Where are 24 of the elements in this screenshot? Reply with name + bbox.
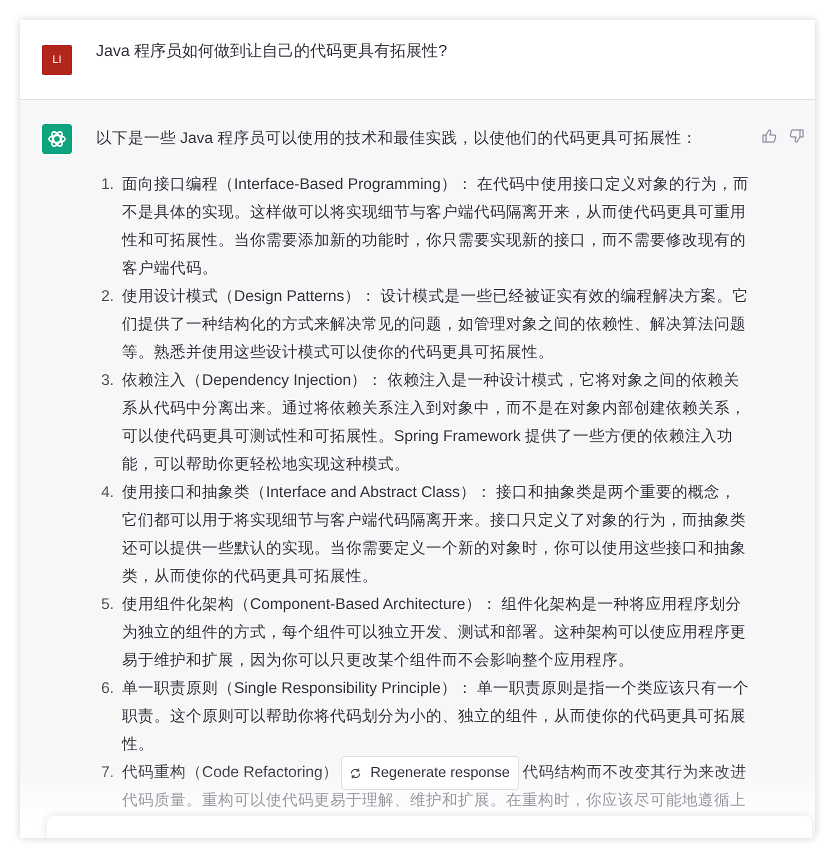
- list-number: 6.: [100, 679, 114, 699]
- list-number: 1.: [100, 175, 114, 195]
- regenerate-button[interactable]: Regenerate response: [340, 756, 519, 790]
- list-item-text: 单一职责原则（Single Responsibility Principle）： 单一职责原则是指一个类应该只有一个职责。这个原则可以帮助你将代码划分为小的、独立的组件，从而使你的代码更具可拓展性。: [122, 679, 750, 755]
- list-item-text: 依赖注入（Dependency Injection）： 依赖注入是一种设计模式，它将对象之间的依赖关系从代码中分离出来。通过将依赖关系注入到对象中，而不是在对象内部创建依赖关系，可以使代码更具可测试性和可拓展性。Spring Framework 提供了一些方便的依赖注入功能，可以帮助你更轻松地实现这种模式。: [122, 370, 747, 475]
- list-item-text: 使用组件化架构（Component-Based Architecture）： 组件化架构是一种将应用程序划分为独立的组件的方式，每个组件可以独立开发、测试和部署。这种架构可以使应用程序更易于维护和扩展，因为你可以只更改某个组件而不会影响整个应用程序。: [122, 595, 747, 671]
- question-text: Java 程序员如何做到让自己的代码更具有拓展性?: [96, 42, 448, 62]
- thumbs-up-icon[interactable]: [761, 128, 777, 144]
- list-item-text: 使用设计模式（Design Patterns）： 设计模式是一些已经被证实有效的编程解决方案。它们提供了一种结构化的方式来解决常见的问题，如管理对象之间的依赖性、解决算法问题等。熟悉并使用这些设计模式可以使你的代码更具可拓展性。: [122, 286, 750, 363]
- thumbs-down-icon[interactable]: [789, 128, 805, 144]
- assistant-logo-icon: [42, 124, 72, 154]
- list-item-text: 使用接口和抽象类（Interface and Abstract Class）： 接口和抽象类是两个重要的概念，它们都可以用于将实现细节与客户端代码隔离开来。接口只定义了对象的行为，而抽象类还可以提供一些默认的实现。当你需要定义一个新的对象时，你可以使用这些接口和抽象类，从而使你的代码更具可拓展性。: [122, 483, 747, 587]
- refresh-icon: [349, 766, 362, 780]
- list-item-text: 代码结构而不改变其行为来改进: [522, 763, 747, 783]
- user-avatar: LI: [42, 44, 72, 74]
- list-number: 5.: [100, 595, 114, 615]
- list-number: 2.: [100, 287, 114, 307]
- answer-intro: 以下是一些 Java 程序员可以使用的技术和最佳实践，以使他们的代码更具可拓展性：: [96, 129, 698, 149]
- list-item-text: 代码质量。重构可以使代码更易于理解、维护和扩展。在重构时，你应该尽可能地遵循上: [122, 791, 747, 811]
- list-number: 4.: [100, 483, 114, 503]
- list-number: 7.: [100, 763, 114, 783]
- list-item-text: 面向接口编程（Interface-Based Programming）： 在代码中使用接口定义对象的行为，而不是具体的实现。这样做可以将实现细节与客户端代码隔离开来，从而使代码更具可重用性和可拓展性。当你需要添加新的功能时，你只需要实现新的接口，而不需要修改现有的客户端代码。: [122, 175, 750, 279]
- list-item-text: 代码重构（Code Refactoring）: [122, 763, 339, 783]
- list-number: 3.: [100, 371, 114, 391]
